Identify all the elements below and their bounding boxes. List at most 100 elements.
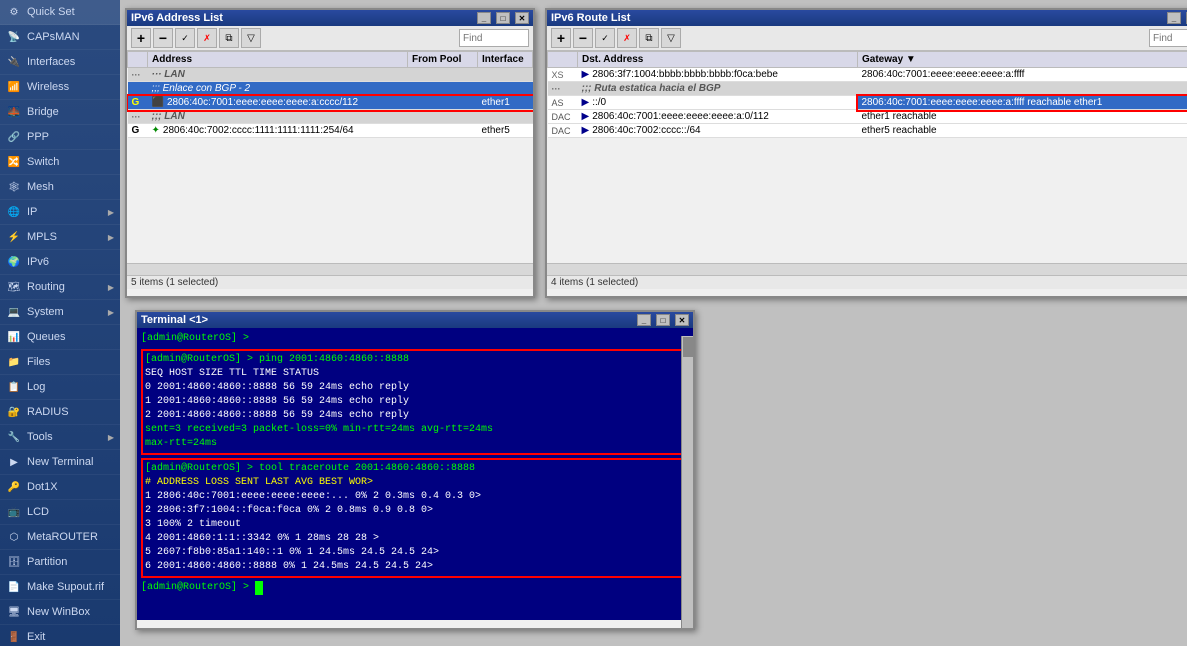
ipv6-route-minimize-button[interactable]: _ <box>1167 12 1181 24</box>
ipv6-addr-close-button[interactable]: ✕ <box>515 12 529 24</box>
ipv6-route-remove-button[interactable]: − <box>573 28 593 48</box>
row-flag: DAC <box>548 124 578 138</box>
row-flag: XS <box>548 68 578 82</box>
ipv6-route-add-button[interactable]: + <box>551 28 571 48</box>
sidebar-item-new-terminal[interactable]: ▶ New Terminal <box>0 450 120 475</box>
sidebar-item-bridge[interactable]: 🌉 Bridge <box>0 100 120 125</box>
row-address: ⬛2806:40c:7001:eeee:eeee:eeee:a:cccc/112 <box>148 96 408 110</box>
sidebar-label-mesh: Mesh <box>27 181 54 193</box>
ipv6-addr-search-input[interactable] <box>459 29 529 47</box>
terminal-final-prompt[interactable]: [admin@RouterOS] > ​ <box>141 581 689 595</box>
sidebar-item-mpls[interactable]: ⚡ MPLS ▶ <box>0 225 120 250</box>
ipv6-addr-enable-button[interactable]: ✓ <box>175 28 195 48</box>
terminal-body[interactable]: [admin@RouterOS] > [admin@RouterOS] > pi… <box>137 328 693 620</box>
terminal-close-button[interactable]: ✕ <box>675 314 689 326</box>
row-flag: ··· <box>128 68 148 82</box>
ipv6-addr-copy-button[interactable]: ⧉ <box>219 28 239 48</box>
col-gateway[interactable]: Gateway ▼ <box>858 52 1187 68</box>
table-row-selected[interactable]: ;;; Enlace con BGP - 2 <box>128 82 533 96</box>
row-pool <box>408 96 478 110</box>
table-row[interactable]: DAC ▶2806:40c:7001:eeee:eeee:eeee:a:0/11… <box>548 110 1187 124</box>
sidebar-item-dot1x[interactable]: 🔑 Dot1X <box>0 475 120 500</box>
ipv6-route-enable-button[interactable]: ✓ <box>595 28 615 48</box>
ipv6-addr-table-container[interactable]: Address From Pool Interface ··· ··· LAN <box>127 51 533 263</box>
row-flag: ··· <box>548 82 578 96</box>
bridge-icon: 🌉 <box>6 104 22 120</box>
ipv6-addr-hscrollbar[interactable] <box>127 263 533 275</box>
sidebar-item-ipv6[interactable]: 🌍 IPv6 <box>0 250 120 275</box>
sidebar-item-wireless[interactable]: 📶 Wireless <box>0 75 120 100</box>
ip-icon: 🌐 <box>6 204 22 220</box>
col-address[interactable]: Address <box>148 52 408 68</box>
table-row[interactable]: ··· ··· LAN <box>128 68 533 82</box>
ipv6-addr-titlebar[interactable]: IPv6 Address List _ □ ✕ <box>127 10 533 26</box>
table-row-addr-selected[interactable]: G ⬛2806:40c:7001:eeee:eeee:eeee:a:cccc/1… <box>128 96 533 110</box>
ipv6-addr-remove-button[interactable]: − <box>153 28 173 48</box>
table-row[interactable]: XS ▶2806:3f7:1004:bbbb:bbbb:bbbb:f0ca:be… <box>548 68 1187 82</box>
sidebar-item-ppp[interactable]: 🔗 PPP <box>0 125 120 150</box>
sidebar-item-tools[interactable]: 🔧 Tools ▶ <box>0 425 120 450</box>
sidebar-label-interfaces: Interfaces <box>27 56 75 68</box>
col-dst-address[interactable]: Dst. Address <box>578 52 858 68</box>
sidebar-label-metarouter: MetaROUTER <box>27 531 98 543</box>
sidebar-item-switch[interactable]: 🔀 Switch <box>0 150 120 175</box>
sidebar-item-radius[interactable]: 🔐 RADIUS <box>0 400 120 425</box>
table-row[interactable]: ··· ;;; LAN <box>128 110 533 124</box>
table-row-as-selected[interactable]: AS ▶::/0 2806:40c:7001:eeee:eeee:eeee:a:… <box>548 96 1187 110</box>
ipv6-route-hscrollbar[interactable] <box>547 263 1187 275</box>
sidebar-item-make-supout[interactable]: 📄 Make Supout.rif <box>0 575 120 600</box>
sidebar-item-quickset[interactable]: ⚙ Quick Set <box>0 0 120 25</box>
col-from-pool[interactable]: From Pool <box>408 52 478 68</box>
terminal-maximize-button[interactable]: □ <box>656 314 670 326</box>
terminal-trace-header: # ADDRESS LOSS SENT LAST AVG BEST WOR> <box>145 476 685 490</box>
ipv6-addr-maximize-button[interactable]: □ <box>496 12 510 24</box>
terminal-titlebar[interactable]: Terminal <1> _ □ ✕ <box>137 312 693 328</box>
sidebar-item-system[interactable]: 💻 System ▶ <box>0 300 120 325</box>
col-interface[interactable]: Interface <box>478 52 533 68</box>
sidebar-item-lcd[interactable]: 📺 LCD <box>0 500 120 525</box>
sidebar-label-tools: Tools <box>27 431 53 443</box>
sidebar-item-routing[interactable]: 🗺 Routing ▶ <box>0 275 120 300</box>
ipv6-addr-status: 5 items (1 selected) <box>127 275 533 289</box>
col-flag <box>548 52 578 68</box>
sidebar-item-log[interactable]: 📋 Log <box>0 375 120 400</box>
sidebar-item-capsman[interactable]: 📡 CAPsMAN <box>0 25 120 50</box>
main-area: IPv6 Address List _ □ ✕ + − ✓ ✗ ⧉ ▽ Addr… <box>120 0 1187 646</box>
terminal-ping-section: [admin@RouterOS] > ping 2001:4860:4860::… <box>141 349 689 455</box>
ipv6-route-search-input[interactable] <box>1149 29 1187 47</box>
sidebar-item-mesh[interactable]: 🕸 Mesh <box>0 175 120 200</box>
ipv6-route-copy-button[interactable]: ⧉ <box>639 28 659 48</box>
sidebar-label-wireless: Wireless <box>27 81 69 93</box>
table-row[interactable]: DAC ▶2806:40c:7002:cccc::/64 ether5 reac… <box>548 124 1187 138</box>
sidebar-item-queues[interactable]: 📊 Queues <box>0 325 120 350</box>
sidebar-item-files[interactable]: 📁 Files <box>0 350 120 375</box>
sidebar-label-capsman: CAPsMAN <box>27 31 80 43</box>
row-dst-as: ▶::/0 <box>578 96 858 110</box>
sidebar-label-new-terminal: New Terminal <box>27 456 93 468</box>
sidebar-item-metarouter[interactable]: ⬡ MetaROUTER <box>0 525 120 550</box>
sidebar-label-mpls: MPLS <box>27 231 57 243</box>
sidebar-item-ip[interactable]: 🌐 IP ▶ <box>0 200 120 225</box>
ipv6-route-table-container[interactable]: Dst. Address Gateway ▼ XS ▶2806:3f7:1004… <box>547 51 1187 263</box>
queues-icon: 📊 <box>6 329 22 345</box>
ipv6-route-titlebar[interactable]: IPv6 Route List _ □ ✕ <box>547 10 1187 26</box>
ipv6-addr-disable-button[interactable]: ✗ <box>197 28 217 48</box>
ipv6-addr-minimize-button[interactable]: _ <box>477 12 491 24</box>
switch-icon: 🔀 <box>6 154 22 170</box>
row-pool2 <box>408 124 478 138</box>
sidebar-item-exit[interactable]: 🚪 Exit <box>0 625 120 646</box>
ipv6-addr-add-button[interactable]: + <box>131 28 151 48</box>
terminal-scrollbar-thumb[interactable] <box>683 337 693 357</box>
ipv6-addr-filter-button[interactable]: ▽ <box>241 28 261 48</box>
terminal-minimize-button[interactable]: _ <box>637 314 651 326</box>
table-row-group[interactable]: ··· ;;; Ruta estatica hacia el BGP <box>548 82 1187 96</box>
ipv6-route-filter-button[interactable]: ▽ <box>661 28 681 48</box>
terminal-initial-prompt: [admin@RouterOS] > <box>141 332 689 346</box>
terminal-scrollbar[interactable] <box>681 336 693 628</box>
row-flag: DAC <box>548 110 578 124</box>
sidebar-item-interfaces[interactable]: 🔌 Interfaces <box>0 50 120 75</box>
table-row[interactable]: G ✦2806:40c:7002:cccc:1111:1111:1111:254… <box>128 124 533 138</box>
sidebar-item-partition[interactable]: 🗄 Partition <box>0 550 120 575</box>
ipv6-route-disable-button[interactable]: ✗ <box>617 28 637 48</box>
sidebar-item-new-winbox[interactable]: 🖥 New WinBox <box>0 600 120 625</box>
